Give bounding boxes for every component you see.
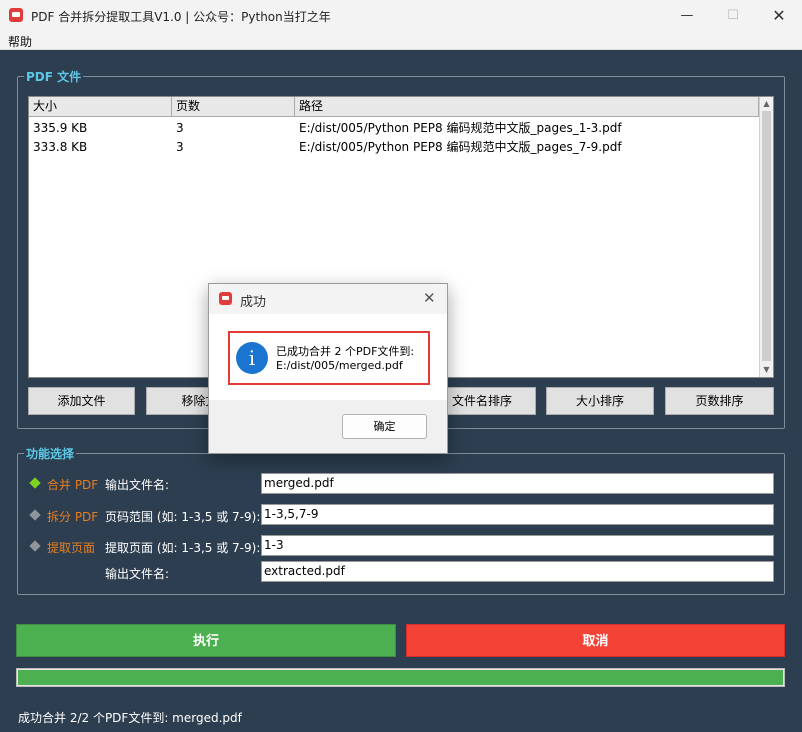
dialog-close-icon[interactable]: ✕ (423, 289, 436, 307)
scroll-down-icon[interactable]: ▼ (760, 363, 773, 377)
dialog-message-line2: E:/dist/005/merged.pdf (276, 359, 403, 372)
execute-button[interactable]: 执行 (16, 624, 396, 657)
extract-output-input[interactable]: extracted.pdf (261, 561, 774, 582)
minimize-button[interactable]: — (664, 0, 710, 31)
title-bar: PDF 合并拆分提取工具V1.0 | 公众号：Python当打之年 — ☐ ✕ (0, 0, 802, 31)
split-range-label: 页码范围 (如: 1-3,5 或 7-9): (105, 510, 261, 524)
menu-bar: 帮助 (0, 31, 802, 50)
merge-output-label: 输出文件名: (105, 478, 170, 492)
cell-size: 333.8 KB (33, 140, 88, 154)
dialog-footer: 确定 (209, 400, 447, 453)
scroll-up-icon[interactable]: ▲ (760, 97, 773, 111)
column-header-pages[interactable]: 页数 (172, 97, 295, 117)
table-header: 大小 页数 路径 (29, 97, 759, 117)
window-title: PDF 合并拆分提取工具V1.0 | 公众号：Python当打之年 (31, 10, 331, 24)
extract-output-label: 输出文件名: (105, 567, 170, 581)
dialog-title: 成功 (240, 295, 267, 310)
maximize-button[interactable]: ☐ (710, 0, 756, 31)
message-highlight-box: i 已成功合并 2 个PDF文件到: E:/dist/005/merged.pd… (228, 331, 430, 385)
split-range-input[interactable]: 1-3,5,7-9 (261, 504, 774, 525)
status-text: 成功合并 2/2 个PDF文件到: merged.pdf (18, 711, 242, 725)
table-scrollbar[interactable]: ▲ ▼ (759, 97, 773, 377)
sort-by-size-button[interactable]: 大小排序 (546, 387, 654, 415)
add-file-button[interactable]: 添加文件 (28, 387, 135, 415)
column-header-size[interactable]: 大小 (29, 97, 172, 117)
info-icon: i (236, 342, 268, 374)
app-icon (9, 8, 23, 22)
table-row[interactable]: 333.8 KB 3 E:/dist/005/Python PEP8 编码规范中… (29, 137, 759, 157)
cell-pages: 3 (176, 140, 184, 154)
cell-path: E:/dist/005/Python PEP8 编码规范中文版_pages_1-… (299, 121, 622, 135)
table-row[interactable]: 335.9 KB 3 E:/dist/005/Python PEP8 编码规范中… (29, 118, 759, 138)
cell-path: E:/dist/005/Python PEP8 编码规范中文版_pages_7-… (299, 140, 622, 154)
cell-pages: 3 (176, 121, 184, 135)
dialog-title-bar: 成功 ✕ (209, 284, 447, 314)
extract-pages-option[interactable]: 提取页面 (47, 539, 95, 556)
dialog-app-icon (219, 292, 232, 305)
pdf-group-title: PDF 文件 (24, 68, 84, 85)
split-pdf-option[interactable]: 拆分 PDF (47, 508, 98, 525)
dialog-message-line1: 已成功合并 2 个PDF文件到: (276, 345, 415, 358)
dialog-body: i 已成功合并 2 个PDF文件到: E:/dist/005/merged.pd… (209, 314, 447, 400)
extract-pages-input[interactable]: 1-3 (261, 535, 774, 556)
cell-size: 335.9 KB (33, 121, 88, 135)
merge-pdf-option[interactable]: 合并 PDF (47, 476, 98, 493)
cancel-button[interactable]: 取消 (406, 624, 785, 657)
close-button[interactable]: ✕ (756, 0, 802, 31)
sort-by-pages-button[interactable]: 页数排序 (665, 387, 774, 415)
function-group-title: 功能选择 (24, 445, 77, 462)
ok-button[interactable]: 确定 (342, 414, 427, 439)
scroll-thumb[interactable] (762, 111, 771, 361)
progress-fill (18, 670, 783, 685)
progress-bar (16, 668, 785, 687)
extract-pages-label: 提取页面 (如: 1-3,5 或 7-9): (105, 541, 261, 555)
success-dialog: 成功 ✕ i 已成功合并 2 个PDF文件到: E:/dist/005/merg… (208, 283, 448, 454)
column-header-path[interactable]: 路径 (295, 97, 759, 117)
merge-output-input[interactable]: merged.pdf (261, 473, 774, 494)
menu-help[interactable]: 帮助 (8, 33, 32, 50)
